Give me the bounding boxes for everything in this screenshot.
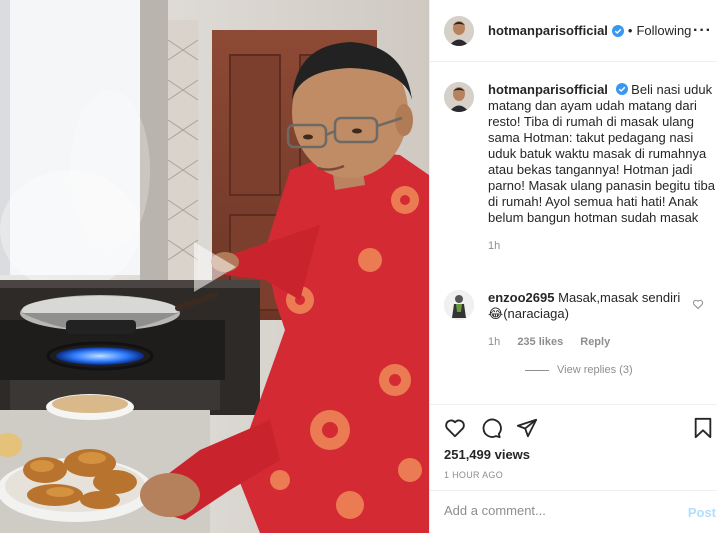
caption-meta: 1h [488,238,716,254]
author-avatar[interactable] [444,15,474,46]
save-bookmark-icon[interactable] [692,417,714,439]
post-actions: 251,499 views 1 HOUR AGO [430,404,717,490]
post-video[interactable] [0,0,429,533]
commenter-username[interactable]: enzoo2695 [488,290,554,305]
comment-text: Masak,masak sendiri [558,290,681,305]
comment-like-heart-icon[interactable] [692,298,704,310]
view-replies-button[interactable]: View replies (3) [525,364,633,376]
caption-time[interactable]: 1h [488,240,500,252]
comment-likes[interactable]: 235 likes [517,336,563,348]
comment-bubble-icon[interactable] [480,417,502,439]
comments-list[interactable]: hotmanparisofficial Beli nasi uduk matan… [430,62,717,404]
commenter-avatar[interactable] [444,290,474,320]
caption-author-avatar[interactable] [444,82,474,112]
add-comment-bar: Post [430,490,717,533]
post-comment-button[interactable]: Post [688,505,716,520]
caption-username[interactable]: hotmanparisofficial [488,82,608,97]
view-count[interactable]: 251,499 views [444,447,530,462]
comment-time[interactable]: 1h [488,336,500,348]
comment-row: enzoo2695 Masak,masak sendiri 😂(naraciag… [444,290,698,350]
like-heart-icon[interactable] [444,417,466,439]
post-timestamp[interactable]: 1 HOUR AGO [444,470,503,480]
caption-body: hotmanparisofficial Beli nasi uduk matan… [488,82,716,254]
play-icon[interactable] [184,238,242,296]
post-details-panel: hotmanparisofficial • Following ··· hotm… [429,0,717,533]
caption-text: Beli nasi uduk matang dan ayam udah mata… [488,82,715,225]
following-button[interactable]: Following [636,23,691,38]
separator-dot: • [627,23,633,38]
verified-badge-icon [611,24,624,37]
add-comment-input[interactable] [444,503,664,518]
action-icons-group [444,417,538,439]
more-options-icon[interactable]: ··· [693,22,712,40]
post-header: hotmanparisofficial • Following ··· [430,0,717,62]
verified-badge-icon [615,83,628,95]
author-username[interactable]: hotmanparisofficial [488,23,608,38]
comment-text-tag: (naraciaga) [503,306,569,321]
caption-row: hotmanparisofficial Beli nasi uduk matan… [444,82,716,254]
comment-reply-button[interactable]: Reply [580,336,610,348]
comment-body: enzoo2695 Masak,masak sendiri 😂(naraciag… [488,290,698,350]
view-replies-line [525,369,549,371]
comment-emoji: 😂 [488,306,504,321]
view-replies-label: View replies (3) [557,364,633,376]
share-direct-icon[interactable] [516,417,538,439]
comment-meta: 1h 235 likes Reply [488,334,698,350]
